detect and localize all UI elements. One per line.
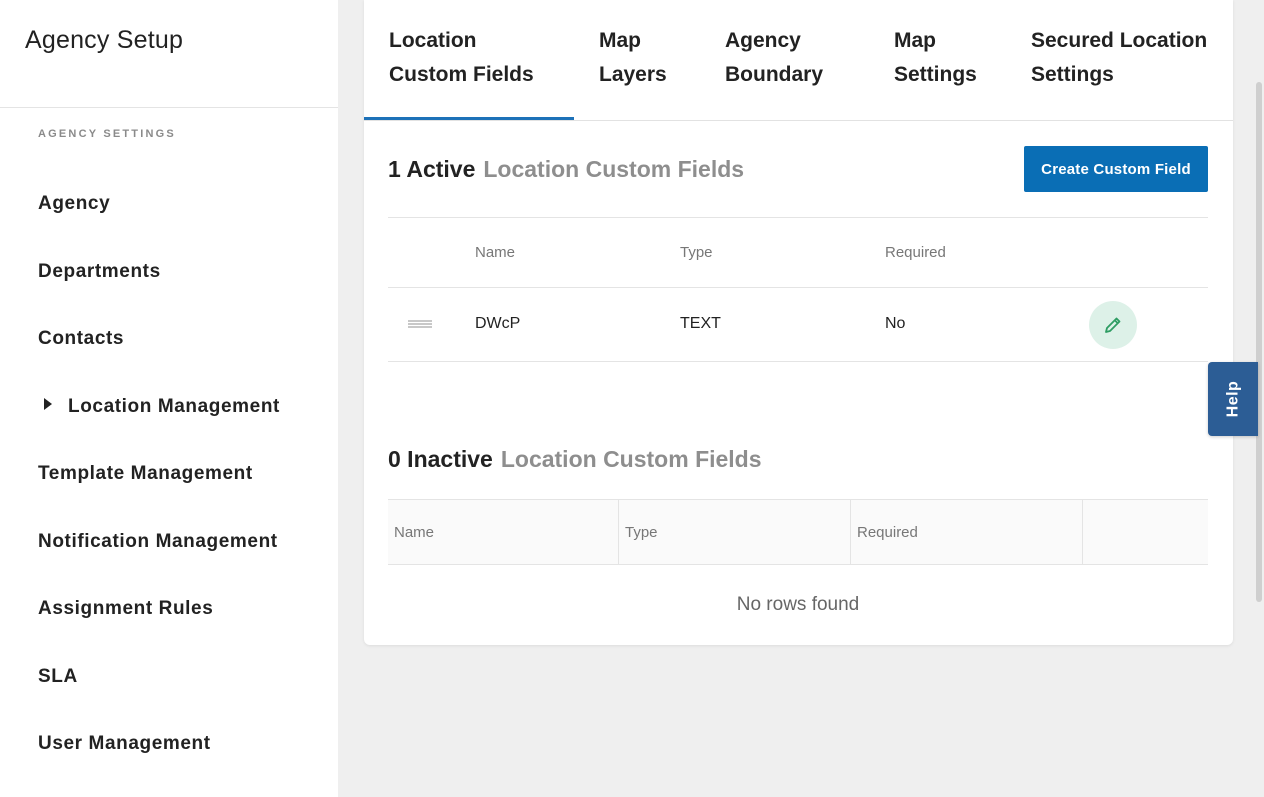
sidebar-item-user-management[interactable]: User Management (38, 733, 211, 755)
tab-map-layers[interactable]: Map Layers (599, 24, 667, 92)
section-label-agency-settings: AGENCY SETTINGS (38, 128, 176, 140)
tab-agency-boundary[interactable]: Agency Boundary (725, 24, 823, 92)
column-header-name[interactable]: Name (475, 244, 515, 261)
sidebar-item-agency[interactable]: Agency (38, 193, 110, 215)
active-tab-indicator (364, 117, 574, 120)
cell-required: No (885, 315, 906, 332)
tab-label-line2: Boundary (725, 63, 824, 86)
edit-field-button[interactable] (1089, 301, 1137, 349)
tab-location-custom-fields[interactable]: Location Custom Fields (389, 24, 534, 92)
sidebar-item-assignment-rules[interactable]: Assignment Rules (38, 598, 213, 620)
create-custom-field-button[interactable]: Create Custom Field (1024, 146, 1208, 192)
sidebar-item-departments[interactable]: Departments (38, 261, 161, 283)
page-title: Agency Setup (25, 26, 184, 54)
column-header-required[interactable]: Required (851, 500, 1083, 564)
divider (388, 217, 1208, 218)
column-header-name[interactable]: Name (388, 500, 619, 564)
column-header-required[interactable]: Required (885, 244, 946, 261)
inactive-fields-heading: 0 Inactive Location Custom Fields (388, 446, 762, 473)
pencil-icon (1105, 317, 1121, 333)
tab-label-line1: Location (389, 29, 477, 52)
table-header: Name Type Required (388, 499, 1208, 565)
help-label: Help (1223, 380, 1241, 418)
main-card: Location Custom Fields Map Layers Agency… (364, 0, 1233, 645)
tab-label-line1: Map (599, 29, 641, 52)
column-header-type[interactable]: Type (619, 500, 851, 564)
inactive-fields-table: Name Type Required No rows found (388, 499, 1208, 645)
empty-state-message: No rows found (736, 594, 860, 615)
sidebar-item-location-management[interactable]: Location Management (38, 396, 280, 418)
tab-label-line1: Map (894, 29, 936, 52)
cell-name: DWcP (475, 315, 521, 332)
tab-label-line2: Layers (599, 63, 667, 86)
sidebar-header: Agency Setup (0, 0, 338, 108)
sidebar-item-contacts[interactable]: Contacts (38, 328, 124, 350)
tab-label-line1: Agency (725, 29, 801, 52)
tab-label-line1: Secured Location (1031, 29, 1208, 52)
active-subtitle: Location Custom Fields (483, 156, 745, 182)
sidebar-item-notification-management[interactable]: Notification Management (38, 531, 278, 553)
tab-bar: Location Custom Fields Map Layers Agency… (364, 0, 1233, 121)
caret-right-icon (44, 398, 52, 410)
active-fields-heading: 1 Active Location Custom Fields (388, 156, 744, 183)
inactive-subtitle: Location Custom Fields (500, 446, 762, 472)
divider (388, 361, 1208, 362)
sidebar-item-template-management[interactable]: Template Management (38, 463, 253, 485)
sidebar-item-sla[interactable]: SLA (38, 666, 78, 688)
tab-label-line2: Custom Fields (389, 63, 534, 86)
sidebar-item-label: Location Management (68, 396, 280, 417)
scrollbar-thumb[interactable] (1256, 82, 1262, 602)
tab-secured-location-settings[interactable]: Secured Location Settings (1031, 24, 1207, 92)
tab-label-line2: Settings (1031, 63, 1114, 86)
help-button[interactable]: Help (1208, 362, 1258, 436)
inactive-count: 0 Inactive (388, 446, 493, 472)
drag-handle-icon[interactable] (408, 320, 432, 328)
tab-map-settings[interactable]: Map Settings (894, 24, 977, 92)
sidebar: Agency Setup AGENCY SETTINGS Agency Depa… (0, 0, 338, 797)
divider (388, 287, 1208, 288)
active-count: 1 Active (388, 156, 476, 182)
column-header-type[interactable]: Type (680, 244, 713, 261)
cell-type: TEXT (680, 315, 721, 332)
tab-label-line2: Settings (894, 63, 977, 86)
